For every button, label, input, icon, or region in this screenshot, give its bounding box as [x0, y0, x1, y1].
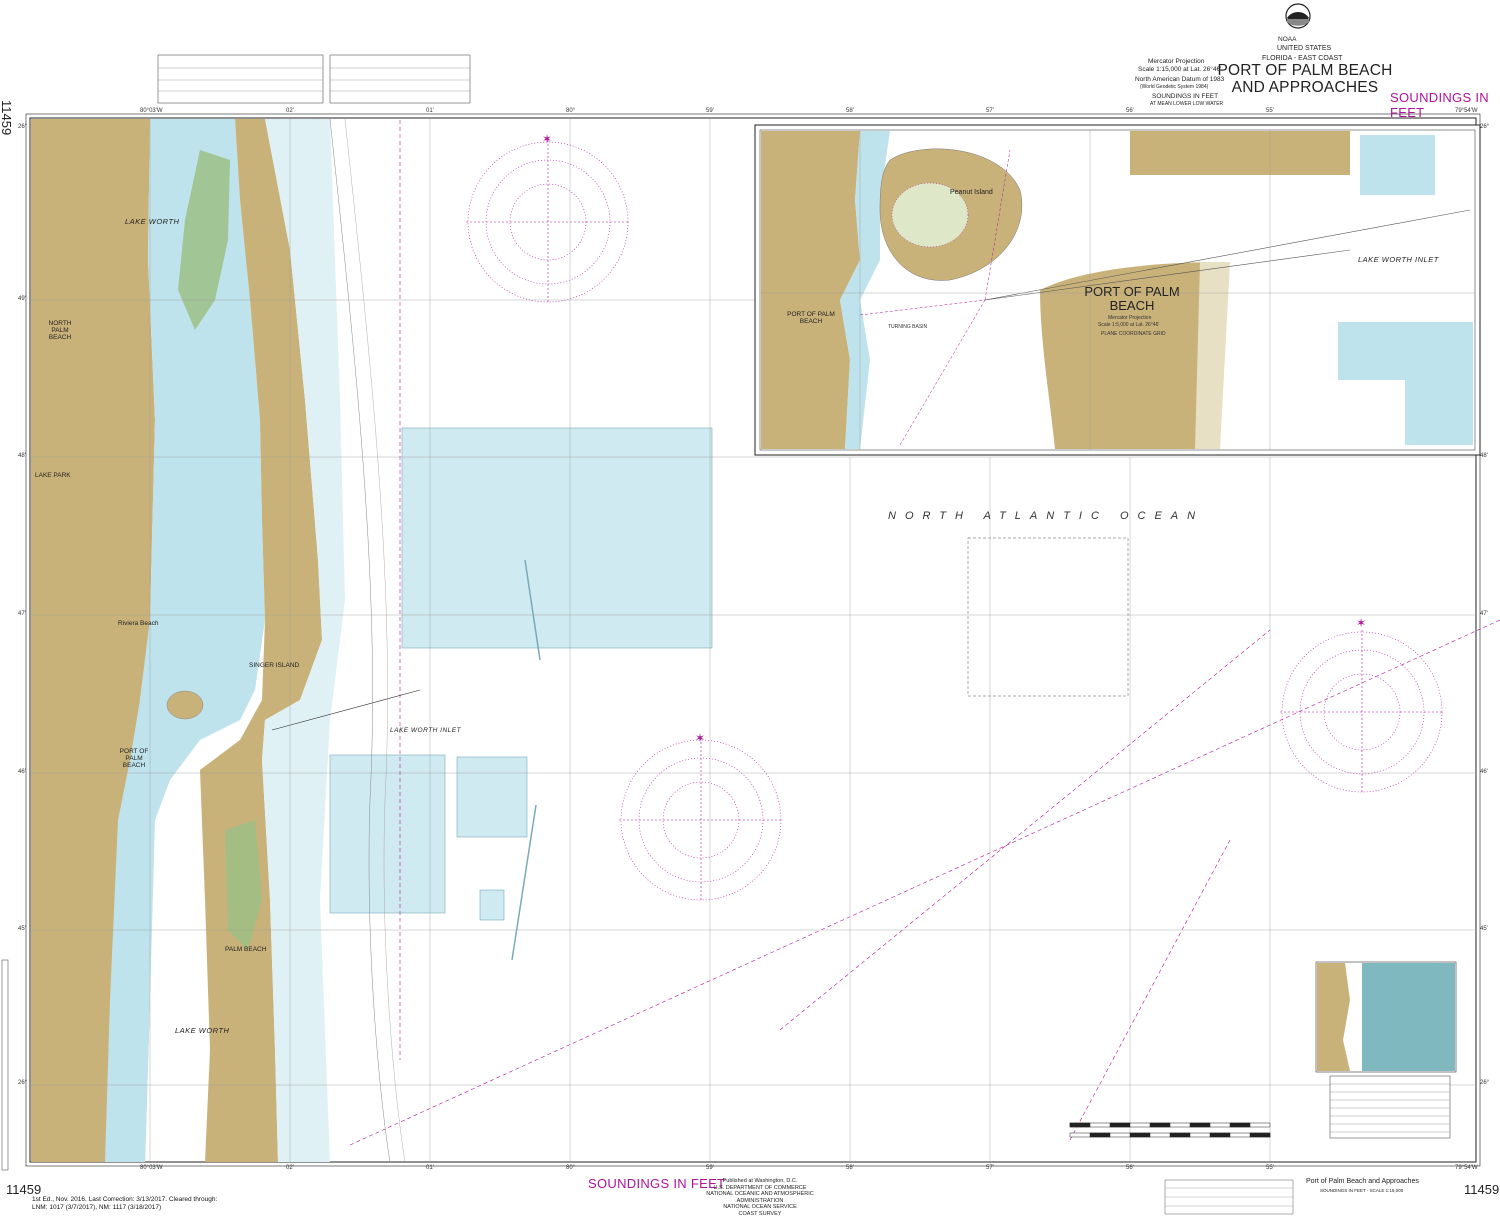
- noaa-logo: [1285, 3, 1311, 29]
- svg-text:✶: ✶: [1356, 616, 1366, 630]
- disposal-area-4: [479, 889, 505, 921]
- lat-26-right: 26°: [1480, 124, 1490, 130]
- lat-48-right: 48': [1480, 453, 1488, 459]
- lon-79-54-top: 79°54'W: [1455, 108, 1478, 114]
- inset-grid: PLANE COORDINATE GRID: [1101, 331, 1166, 337]
- location-diagram-water: [1362, 963, 1455, 1071]
- inset-turning-basin: TURNING BASIN: [888, 324, 928, 330]
- publisher-line-3: NATIONAL OCEANIC AND ATMOSPHERIC ADMINIS…: [706, 1191, 814, 1204]
- label-north-atlantic-ocean: NORTH ATLANTIC OCEAN: [888, 510, 1205, 522]
- lon-57-bottom: 57': [986, 1165, 994, 1171]
- lon-02-bottom: 02': [286, 1165, 294, 1171]
- lon-01-top: 01': [426, 108, 434, 114]
- label-lake-worth-south: LAKE WORTH: [175, 1026, 230, 1035]
- footer-sub: SOUNDINGS IN FEET - SCALE 1:15,000: [1320, 1188, 1404, 1193]
- lon-80-03-bottom: 80°03'W: [140, 1165, 163, 1171]
- inset-projection: Mercator Projection: [1108, 315, 1152, 321]
- inset-scale: Scale 1:5,000 at Lat. 26°46': [1098, 322, 1160, 328]
- inset-port-label: PORT OF PALM BEACH: [787, 311, 835, 325]
- lat-26-bottom-right: 26°: [1480, 1080, 1490, 1086]
- peanut-island: [166, 690, 204, 720]
- label-palm-beach: PALM BEACH: [225, 946, 267, 953]
- lat-47-left: 47': [18, 611, 26, 617]
- header-scale: Scale 1:15,000 at Lat. 26°46': [1138, 66, 1222, 73]
- lon-59-bottom: 59': [706, 1165, 714, 1171]
- location-diagram-land: [1317, 963, 1350, 1071]
- footer-title: Port of Palm Beach and Approaches: [1306, 1178, 1419, 1185]
- lon-80-top: 80°: [566, 108, 576, 114]
- noaa-caption: NOAA: [1278, 36, 1297, 43]
- svg-text:✶: ✶: [695, 731, 705, 745]
- lon-80-bottom: 80°: [566, 1165, 576, 1171]
- header-projection: Mercator Projection: [1148, 58, 1205, 65]
- chart-number-bottom-left: 11459: [6, 1182, 42, 1197]
- soundings-header-right: SOUNDINGS IN FEET: [1390, 90, 1489, 120]
- lat-26-bottom-left: 26°: [18, 1080, 28, 1086]
- lat-48-left: 48': [18, 453, 26, 459]
- lon-01-bottom: 01': [426, 1165, 434, 1171]
- lon-56-top: 56': [1126, 108, 1134, 114]
- label-singer-island: SINGER ISLAND: [249, 662, 300, 669]
- chart-title: PORT OF PALM BEACH AND APPROACHES: [1217, 62, 1393, 96]
- lat-46-left: 46': [18, 769, 26, 775]
- inset-disposal-area: [1338, 322, 1473, 380]
- lon-58-bottom: 58': [846, 1165, 854, 1171]
- lon-55-top: 55': [1266, 108, 1274, 114]
- header-datum-sub: (World Geodetic System 1984): [1140, 84, 1209, 90]
- label-port-of-palm-beach: PORT OF PALM BEACH: [119, 748, 149, 769]
- inset-inlet-label: LAKE WORTH INLET: [1358, 255, 1439, 264]
- lon-58-top: 58': [846, 108, 854, 114]
- label-lake-worth-inlet: LAKE WORTH INLET: [390, 727, 462, 734]
- chart-number-left: 11459: [0, 100, 14, 136]
- disposal-area-2: [329, 754, 446, 914]
- publisher-block: Published at Washington, D.C. U.S. DEPAR…: [700, 1178, 820, 1217]
- lat-46-right: 46': [1480, 769, 1488, 775]
- header-soundings-sub: AT MEAN LOWER LOW WATER: [1150, 101, 1224, 107]
- lon-57-top: 57': [986, 108, 994, 114]
- label-lake-worth-north: LAKE WORTH: [125, 217, 180, 226]
- lon-79-54-bottom: 79°54'W: [1455, 1165, 1478, 1171]
- lon-02-top: 02': [286, 108, 294, 114]
- edition-line: 1st Ed., Nov. 2016. Last Correction: 3/1…: [32, 1196, 218, 1203]
- left-margin-scale: [1, 959, 9, 1171]
- lat-45-left: 45': [18, 926, 26, 932]
- inset-peanut-island-label: Peanut Island: [950, 189, 993, 196]
- source-diagram-table: [1329, 1075, 1451, 1139]
- edition-line-2: LNM: 1017 (3/7/2017), NM: 1117 (3/18/201…: [32, 1204, 162, 1211]
- label-riviera-beach: Riviera Beach: [118, 620, 159, 627]
- label-lake-park: LAKE PARK: [35, 472, 71, 479]
- lat-45-right: 45': [1480, 926, 1488, 932]
- inset-disposal-area-2: [1405, 380, 1473, 445]
- lat-49-left: 49': [18, 296, 26, 302]
- publisher-line-5: COAST SURVEY: [738, 1210, 782, 1217]
- disposal-area-3: [456, 756, 528, 838]
- country-label: UNITED STATES: [1277, 45, 1332, 52]
- lat-26-left: 26°: [18, 124, 28, 130]
- lon-56-bottom: 56': [1126, 1165, 1134, 1171]
- nautical-chart: ✶ ✶ ✶: [1, 3, 1500, 1215]
- label-north-palm-beach: NORTH PALM BEACH: [48, 320, 72, 341]
- lon-55-bottom: 55': [1266, 1165, 1274, 1171]
- lon-80-03-top: 80°03'W: [140, 108, 163, 114]
- tidal-info-table-2: [329, 54, 471, 104]
- svg-text:✶: ✶: [542, 132, 552, 146]
- lon-59-top: 59': [706, 108, 714, 114]
- lat-47-right: 47': [1480, 611, 1488, 617]
- inset-settling-basin: [1360, 135, 1435, 195]
- inset-singer-island: [1130, 131, 1350, 175]
- chart-number-bottom-right: 11459: [1464, 1182, 1500, 1197]
- inset-title: PORT OF PALM BEACH: [1084, 284, 1180, 313]
- tidal-info-table-1: [157, 54, 324, 104]
